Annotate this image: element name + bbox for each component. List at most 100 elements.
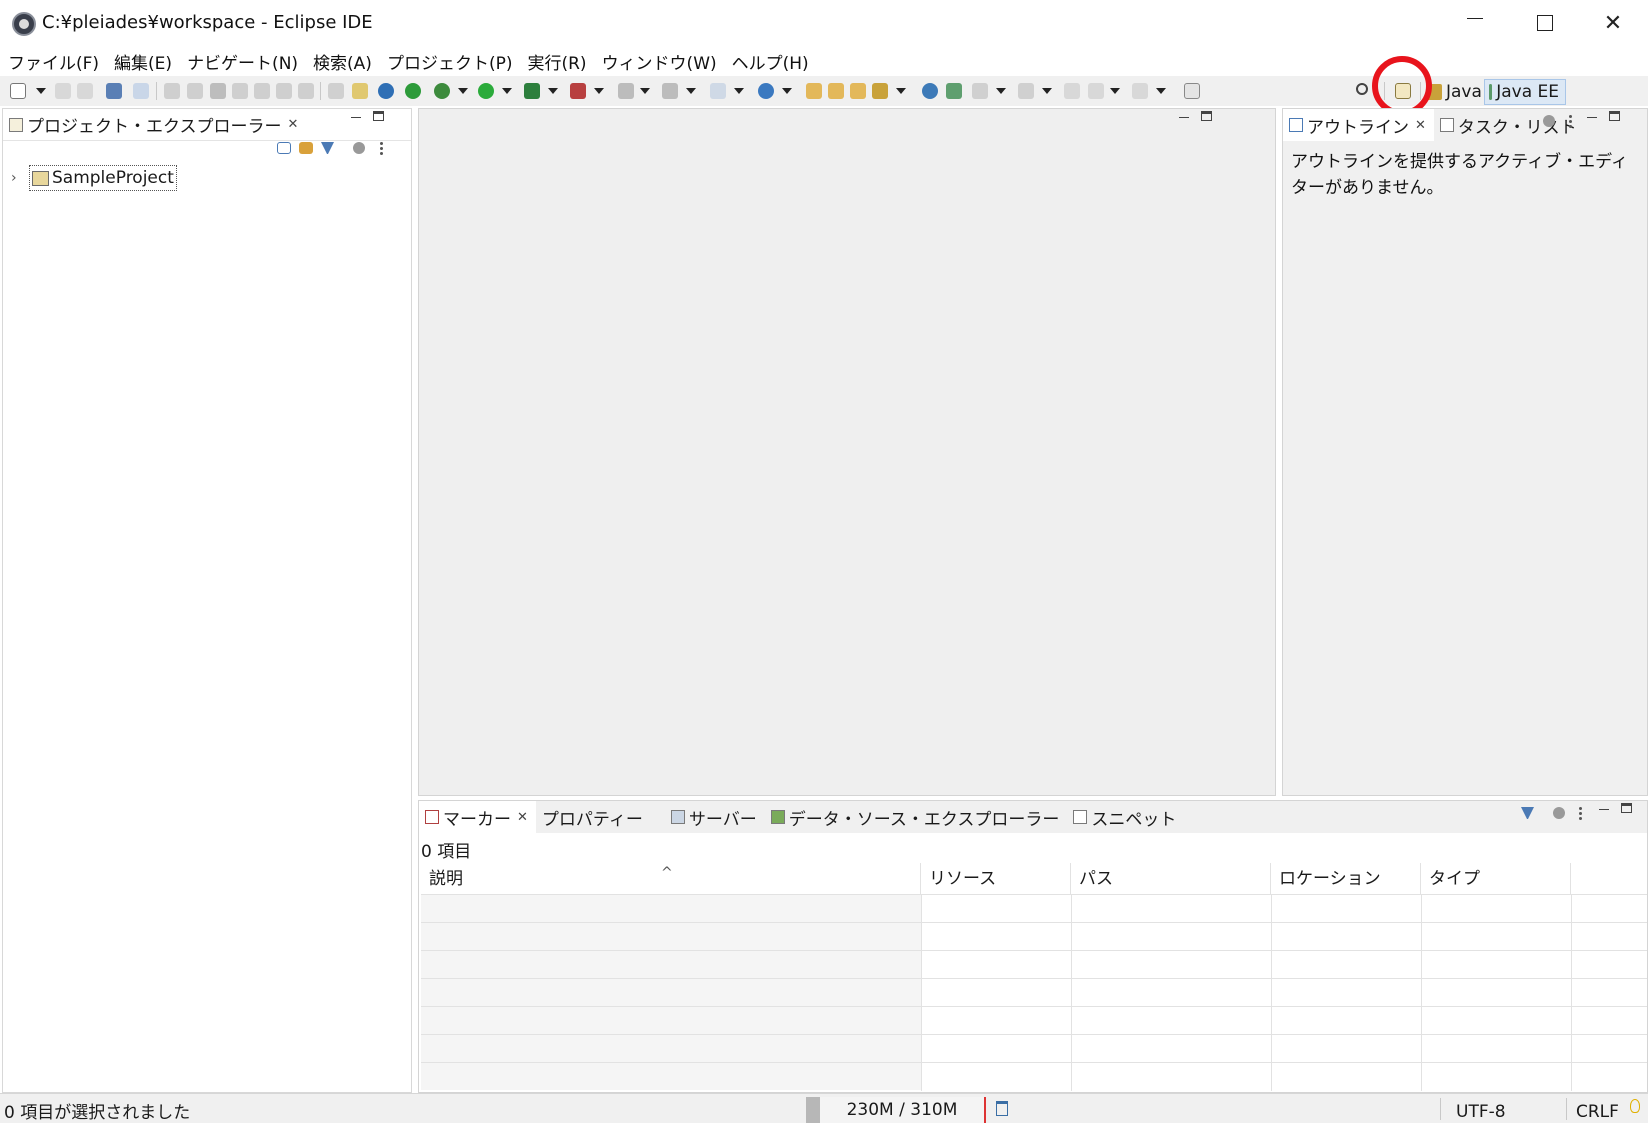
tab-servers[interactable]: サーバー [665,801,765,833]
terminate-icon[interactable] [210,83,226,99]
terminal-icon[interactable] [106,83,122,99]
debug-icon[interactable] [434,83,450,99]
skip-breakpoints-icon[interactable] [133,83,149,99]
lightbulb-icon[interactable] [1630,1099,1640,1113]
tab-markers[interactable]: マーカー ✕ [419,801,536,833]
focus-on-task-icon[interactable] [1543,115,1555,127]
tree-node-project[interactable]: SampleProject [29,165,177,191]
back-icon[interactable] [1088,83,1104,99]
menu-navigate[interactable]: ナビゲート(N) [187,49,298,74]
resume-icon[interactable] [164,83,180,99]
stop-dropdown-icon[interactable] [640,88,650,94]
menu-run[interactable]: 実行(R) [527,49,586,74]
search-icon[interactable] [1356,83,1368,95]
open-task-icon[interactable] [828,83,844,99]
minimize-view-icon[interactable] [1599,809,1609,810]
last-edit-location-icon[interactable] [1064,83,1080,99]
step-return-icon[interactable] [298,83,314,99]
deploy-icon[interactable] [662,83,678,99]
column-header-type[interactable]: タイプ [1421,863,1571,895]
close-button[interactable]: ✕ [1578,0,1648,46]
run-icon[interactable] [478,83,494,99]
close-tab-icon[interactable]: ✕ [288,117,299,132]
view-menu-icon[interactable] [1569,115,1572,128]
line-ending-status[interactable]: CRLF [1576,1102,1619,1122]
open-type-icon[interactable] [806,83,822,99]
maximize-view-icon[interactable] [1621,803,1632,813]
collapse-all-icon[interactable] [277,142,291,154]
new-class-dropdown-icon[interactable] [782,88,792,94]
view-menu-icon[interactable] [1579,807,1582,820]
use-step-filters-icon[interactable] [328,83,344,99]
menu-file[interactable]: ファイル(F) [8,49,99,74]
chevron-right-icon[interactable]: › [11,170,21,186]
menu-search[interactable]: 検索(A) [313,49,372,74]
external-tools-icon[interactable] [570,83,586,99]
annotation-icon[interactable] [946,83,962,99]
tab-properties[interactable]: プロパティー [536,801,651,833]
minimize-button[interactable] [1440,0,1510,46]
open-resource-icon[interactable] [850,83,866,99]
heap-status[interactable]: 230M / 310M [806,1097,986,1123]
minimize-view-icon[interactable] [351,117,361,118]
next-annotation-icon[interactable] [972,83,988,99]
minimize-view-icon[interactable] [1587,117,1597,118]
close-tab-icon[interactable]: ✕ [517,810,528,825]
minimize-editor-icon[interactable] [1179,117,1189,118]
save-all-icon[interactable] [77,83,93,99]
tab-project-explorer[interactable]: プロジェクト・エクスプローラー ✕ [3,109,306,141]
tab-outline[interactable]: アウトライン ✕ [1283,109,1434,141]
server-start-icon[interactable] [405,83,421,99]
prev-annotation-icon[interactable] [1018,83,1034,99]
build-icon[interactable] [352,83,368,99]
tab-data-source-explorer[interactable]: データ・ソース・エクスプローラー [765,801,1068,833]
run-dropdown-icon[interactable] [502,88,512,94]
focus-on-task-icon[interactable] [353,142,365,154]
step-over-icon[interactable] [276,83,292,99]
search-dropdown-icon[interactable] [896,88,906,94]
filter-icon[interactable] [321,142,334,155]
deploy-dropdown-icon[interactable] [686,88,696,94]
editor-area[interactable] [418,108,1276,796]
garbage-collect-icon[interactable] [996,1101,1008,1116]
filter-icon[interactable] [1521,807,1534,820]
encoding-status[interactable]: UTF-8 [1456,1102,1506,1122]
new-icon[interactable] [10,83,26,99]
tab-task-list[interactable]: タスク・リスト [1434,109,1585,141]
menu-window[interactable]: ウィンドウ(W) [602,49,717,74]
new-dropdown-icon[interactable] [36,88,46,94]
maximize-editor-icon[interactable] [1201,111,1212,121]
tree-row-project[interactable]: › SampleProject [11,165,177,191]
maximize-view-icon[interactable] [373,111,384,121]
column-header-description[interactable]: 説明 ^ [421,863,921,895]
close-tab-icon[interactable]: ✕ [1415,118,1426,133]
prev-annotation-dropdown-icon[interactable] [1042,88,1052,94]
pin-editor-icon[interactable] [1184,83,1200,99]
forward-dropdown-icon[interactable] [1156,88,1166,94]
menu-project[interactable]: プロジェクト(P) [387,49,513,74]
new-server-icon[interactable] [710,83,726,99]
column-header-location[interactable]: ロケーション [1271,863,1421,895]
web-browser-icon[interactable] [922,83,938,99]
suspend-icon[interactable] [187,83,203,99]
coverage-dropdown-icon[interactable] [548,88,558,94]
column-header-path[interactable]: パス [1071,863,1271,895]
new-server-dropdown-icon[interactable] [734,88,744,94]
maximize-button[interactable] [1510,0,1580,46]
forward-icon[interactable] [1132,83,1148,99]
step-into-icon[interactable] [254,83,270,99]
tab-snippets[interactable]: スニペット [1067,801,1184,833]
column-header-resource[interactable]: リソース [921,863,1071,895]
external-tools-dropdown-icon[interactable] [594,88,604,94]
coverage-icon[interactable] [524,83,540,99]
new-class-icon[interactable] [758,83,774,99]
menu-edit[interactable]: 編集(E) [114,49,172,74]
debug-dropdown-icon[interactable] [458,88,468,94]
view-menu-icon[interactable] [380,142,383,155]
menu-help[interactable]: ヘルプ(H) [732,49,809,74]
perspective-java-ee[interactable]: Java EE [1484,79,1566,105]
back-dropdown-icon[interactable] [1110,88,1120,94]
next-annotation-dropdown-icon[interactable] [996,88,1006,94]
search-flashlight-icon[interactable] [872,83,888,99]
maximize-view-icon[interactable] [1609,111,1620,121]
